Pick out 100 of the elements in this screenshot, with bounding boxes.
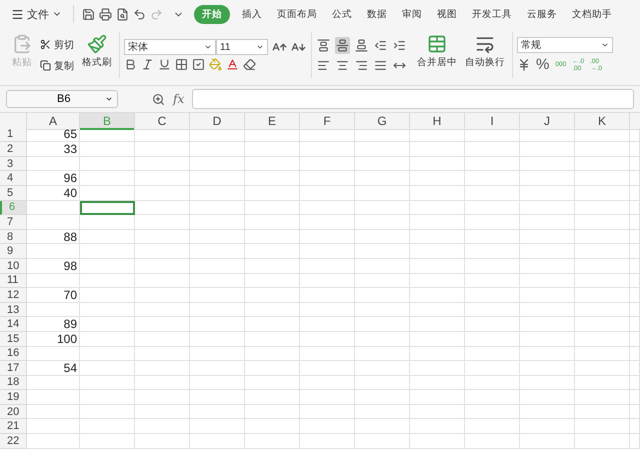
bold-icon[interactable] — [124, 58, 137, 71]
table-cell[interactable] — [575, 244, 630, 259]
table-cell[interactable] — [465, 332, 520, 346]
table-cell[interactable] — [80, 244, 135, 259]
table-cell[interactable] — [80, 156, 135, 172]
file-menu[interactable]: 文件 — [8, 4, 65, 24]
table-cell[interactable] — [575, 332, 630, 346]
number-format-select[interactable]: 常规 — [517, 37, 613, 53]
table-cell[interactable] — [520, 390, 575, 405]
table-cell[interactable] — [245, 258, 300, 274]
table-cell[interactable] — [355, 317, 410, 332]
table-cell[interactable] — [630, 274, 640, 288]
table-cell[interactable] — [27, 302, 80, 318]
table-cell[interactable] — [135, 288, 190, 303]
row-header[interactable]: 17 — [0, 361, 27, 376]
table-cell[interactable] — [410, 244, 465, 259]
table-cell[interactable] — [630, 128, 640, 142]
table-cell[interactable] — [355, 128, 410, 142]
table-cell[interactable] — [190, 230, 245, 244]
table-cell[interactable] — [190, 128, 245, 142]
table-cell[interactable] — [300, 332, 355, 346]
middle-align-button[interactable] — [335, 36, 350, 54]
table-cell[interactable] — [300, 376, 355, 390]
redo-icon[interactable] — [150, 8, 163, 20]
table-cell[interactable] — [410, 186, 465, 201]
table-cell[interactable] — [575, 390, 630, 405]
column-header[interactable]: G — [355, 113, 410, 130]
table-cell[interactable] — [80, 288, 135, 303]
table-cell[interactable] — [300, 419, 355, 434]
table-cell[interactable]: 98 — [27, 258, 80, 274]
table-cell[interactable] — [245, 230, 300, 244]
table-cell[interactable] — [630, 404, 640, 420]
table-cell[interactable] — [355, 332, 410, 346]
table-cell[interactable] — [245, 171, 300, 186]
cut-button[interactable]: 剪切 — [38, 36, 76, 54]
row-header[interactable]: 19 — [0, 390, 27, 405]
table-cell[interactable] — [80, 128, 135, 142]
table-cell[interactable] — [520, 274, 575, 288]
row-header[interactable]: 12 — [0, 288, 27, 303]
table-cell[interactable] — [630, 317, 640, 332]
table-cell[interactable] — [630, 142, 640, 157]
table-cell[interactable] — [355, 244, 410, 259]
function-label[interactable]: fx — [173, 92, 184, 106]
ribbon-tab[interactable]: 开发工具 — [467, 4, 517, 24]
table-cell[interactable] — [465, 230, 520, 244]
table-cell[interactable] — [135, 258, 190, 274]
table-cell[interactable] — [355, 404, 410, 420]
table-cell[interactable] — [355, 434, 410, 449]
table-cell[interactable] — [80, 390, 135, 405]
table-cell[interactable] — [630, 186, 640, 201]
print-preview-icon[interactable] — [116, 8, 129, 20]
table-cell[interactable] — [190, 156, 245, 172]
table-cell[interactable] — [300, 186, 355, 201]
table-cell[interactable] — [630, 376, 640, 390]
bottom-align-button[interactable] — [354, 36, 369, 54]
table-cell[interactable] — [630, 361, 640, 376]
table-cell[interactable] — [245, 404, 300, 420]
table-cell[interactable] — [135, 171, 190, 186]
table-cell[interactable] — [465, 302, 520, 318]
table-cell[interactable] — [300, 346, 355, 362]
active-cell[interactable] — [80, 200, 135, 216]
row-header[interactable]: 9 — [0, 244, 27, 259]
table-cell[interactable] — [410, 346, 465, 362]
table-cell[interactable] — [80, 434, 135, 449]
table-cell[interactable] — [410, 317, 465, 332]
table-cell[interactable] — [355, 156, 410, 172]
table-cell[interactable] — [410, 128, 465, 142]
table-cell[interactable] — [245, 317, 300, 332]
table-cell[interactable] — [575, 128, 630, 142]
row-header[interactable]: 18 — [0, 376, 27, 390]
table-cell[interactable] — [465, 215, 520, 230]
table-cell[interactable] — [465, 376, 520, 390]
table-cell[interactable] — [245, 200, 300, 216]
table-cell[interactable] — [135, 419, 190, 434]
table-cell[interactable] — [190, 376, 245, 390]
table-cell[interactable]: 88 — [27, 230, 80, 244]
table-cell[interactable] — [135, 274, 190, 288]
undo-icon[interactable] — [133, 8, 146, 20]
copy-button[interactable]: 复制 — [38, 56, 76, 74]
table-cell[interactable] — [355, 376, 410, 390]
table-cell[interactable] — [575, 302, 630, 318]
column-header[interactable]: J — [520, 113, 575, 130]
table-cell[interactable] — [245, 376, 300, 390]
table-cell[interactable] — [245, 156, 300, 172]
table-cell[interactable] — [355, 186, 410, 201]
table-cell[interactable] — [300, 302, 355, 318]
table-cell[interactable] — [135, 215, 190, 230]
table-cell[interactable] — [465, 142, 520, 157]
table-cell[interactable] — [355, 142, 410, 157]
table-cell[interactable] — [190, 317, 245, 332]
column-header[interactable]: C — [135, 113, 190, 130]
table-cell[interactable] — [520, 230, 575, 244]
table-cell[interactable] — [520, 302, 575, 318]
table-cell[interactable] — [300, 156, 355, 172]
table-cell[interactable] — [135, 332, 190, 346]
table-cell[interactable] — [135, 376, 190, 390]
table-cell[interactable] — [27, 434, 80, 449]
table-cell[interactable] — [410, 258, 465, 274]
table-cell[interactable] — [520, 244, 575, 259]
table-cell[interactable] — [575, 156, 630, 172]
